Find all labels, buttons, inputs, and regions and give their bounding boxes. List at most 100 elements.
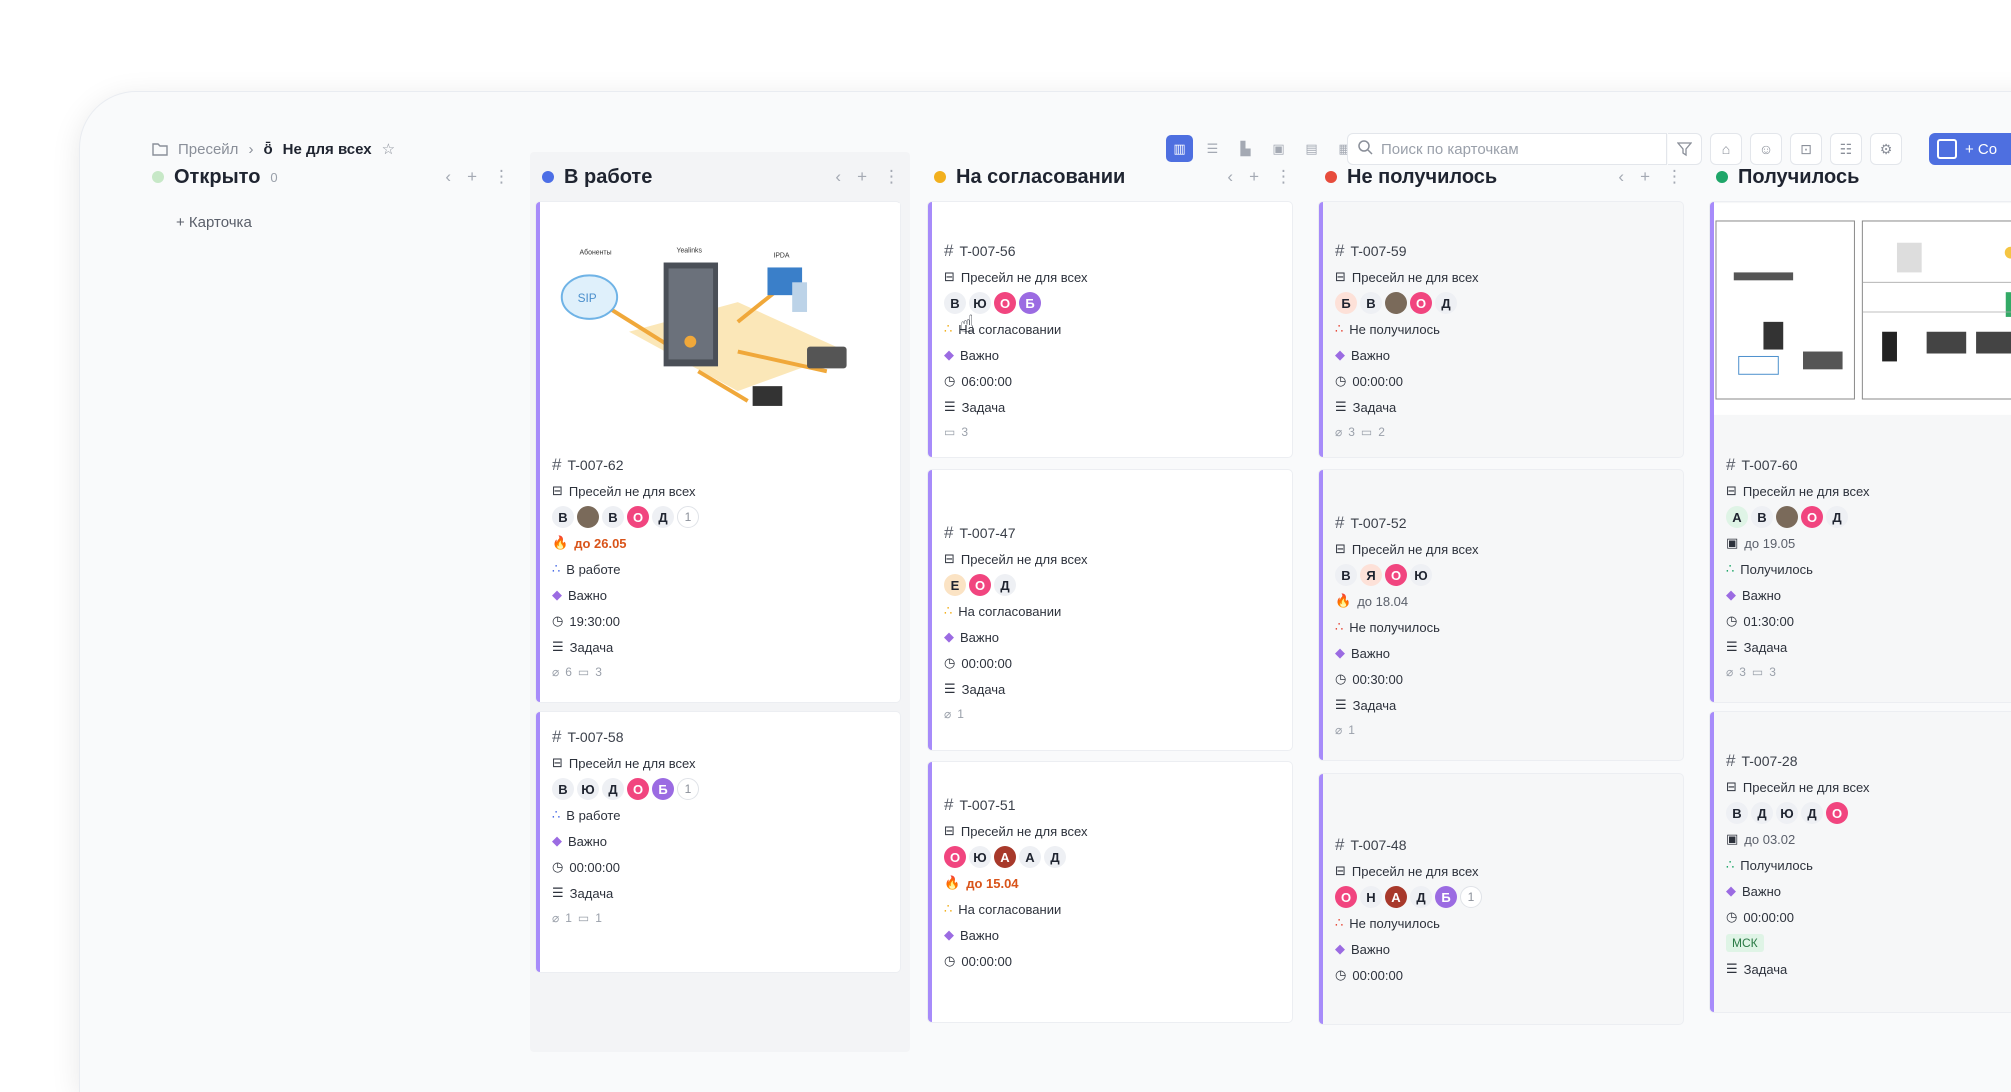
avatar[interactable]: О [994, 292, 1016, 314]
avatar[interactable]: Д [602, 778, 624, 800]
more-assignees[interactable]: 1 [677, 506, 699, 528]
priority-text: Важно [1351, 941, 1391, 957]
add-icon[interactable]: + [467, 167, 477, 187]
card-project: ⊟ Пресейл не для всех [552, 750, 900, 776]
avatar[interactable]: В [602, 506, 624, 528]
card-id-row: # T-007-28 [1726, 748, 2011, 774]
card-project: ⊟ Пресейл не для всех [944, 818, 1292, 844]
avatar[interactable]: В [1335, 564, 1357, 586]
paperclip-icon: ⌀ [1726, 665, 1734, 679]
avatar[interactable]: В [1726, 802, 1748, 824]
avatar[interactable]: О [627, 506, 649, 528]
tag-badge[interactable]: МСК [1726, 934, 1764, 952]
collapse-icon[interactable]: ‹ [835, 167, 841, 187]
avatar[interactable]: Б [1435, 886, 1457, 908]
card-T-007-51[interactable]: # T-007-51 ⊟ Пресейл не для всех О Ю А А Д… [928, 762, 1292, 1022]
avatar[interactable]: Ю [577, 778, 599, 800]
collapse-icon[interactable]: ‹ [1618, 167, 1624, 187]
avatar[interactable]: Д [652, 506, 674, 528]
avatar[interactable]: О [1826, 802, 1848, 824]
card-T-007-28[interactable]: # T-007-28 ⊟ Пресейл не для всех В Д Ю Д О… [1710, 712, 2011, 1012]
avatar[interactable]: Д [1044, 846, 1066, 868]
avatar[interactable]: Д [994, 574, 1016, 596]
avatar[interactable]: А [1385, 886, 1407, 908]
more-icon[interactable]: ⋮ [1666, 167, 1683, 187]
hash-icon: # [1335, 513, 1345, 532]
due-date: до 03.02 [1744, 831, 1796, 847]
add-icon[interactable]: + [857, 167, 867, 187]
card-T-007-48[interactable]: # T-007-48 ⊟ Пресейл не для всех О Н А Д Б… [1319, 774, 1683, 1024]
avatar[interactable]: Ю [969, 846, 991, 868]
more-assignees[interactable]: 1 [677, 778, 699, 800]
time-row: ◷ 00:00:00 [552, 854, 900, 880]
card-project: ⊟ Пресейл не для всех [1726, 478, 2011, 504]
more-icon[interactable]: ⋮ [883, 167, 900, 187]
avatar[interactable]: О [969, 574, 991, 596]
status-icon: ∴ [944, 603, 953, 618]
avatar[interactable]: О [1801, 506, 1823, 528]
avatar[interactable]: А [1019, 846, 1041, 868]
avatar[interactable]: Б [1335, 292, 1357, 314]
status-icon: ∴ [944, 321, 953, 336]
time-text: 00:00:00 [961, 953, 1012, 969]
avatar[interactable]: Я [1360, 564, 1382, 586]
avatar[interactable] [1385, 292, 1407, 314]
avatar[interactable]: Д [1801, 802, 1823, 824]
avatar[interactable]: А [994, 846, 1016, 868]
card-T-007-60[interactable]: # T-007-60 ⊟ Пресейл не для всех А В О Д ▣… [1710, 202, 2011, 702]
collapse-icon[interactable]: ‹ [1227, 167, 1233, 187]
collapse-icon[interactable]: ‹ [445, 167, 451, 187]
more-icon[interactable]: ⋮ [1275, 167, 1292, 187]
more-icon[interactable]: ⋮ [493, 167, 510, 187]
avatar[interactable]: В [552, 506, 574, 528]
network-diagram-image: SIP Абоненты Yealinks IPDA [540, 203, 900, 415]
avatar[interactable]: О [944, 846, 966, 868]
calendar-icon: ▣ [1726, 831, 1739, 846]
avatar[interactable]: Е [944, 574, 966, 596]
project-name: Пресейл не для всех [568, 483, 696, 499]
avatar[interactable]: Б [652, 778, 674, 800]
project-name: Пресейл не для всех [1742, 779, 1870, 795]
due-row: ▣ до 03.02 [1726, 826, 2011, 852]
avatar[interactable]: Б [1019, 292, 1041, 314]
avatar[interactable]: О [627, 778, 649, 800]
status-text: Не получилось [1349, 321, 1440, 337]
avatar[interactable]: Д [1751, 802, 1773, 824]
avatar[interactable]: О [1335, 886, 1357, 908]
avatar[interactable]: О [1410, 292, 1432, 314]
more-assignees[interactable]: 1 [1460, 886, 1482, 908]
avatar[interactable]: Н [1360, 886, 1382, 908]
due-row: 🔥 до 26.05 [552, 530, 900, 556]
type-row: ☰ Задача [552, 880, 900, 906]
avatar[interactable] [577, 506, 599, 528]
avatar[interactable]: В [552, 778, 574, 800]
avatar[interactable]: Ю [1410, 564, 1432, 586]
add-icon[interactable]: + [1640, 167, 1650, 187]
status-row: ∴ Не получилось [1335, 316, 1683, 342]
card-T-007-59[interactable]: # T-007-59 ⊟ Пресейл не для всех Б В О Д ∴… [1319, 202, 1683, 457]
card-T-007-52[interactable]: # T-007-52 ⊟ Пресейл не для всех В Я О Ю 🔥… [1319, 470, 1683, 760]
add-card-button[interactable]: + Карточка [176, 214, 252, 231]
avatar[interactable]: Д [1826, 506, 1848, 528]
add-icon[interactable]: + [1249, 167, 1259, 187]
avatar[interactable] [1776, 506, 1798, 528]
card-T-007-62[interactable]: SIP Абоненты Yealinks IPDA # T-007-62 ⊟ Пр… [536, 202, 900, 702]
paperclip-icon: ⌀ [944, 707, 952, 721]
avatar[interactable]: А [1726, 506, 1748, 528]
card-T-007-47[interactable]: # T-007-47 ⊟ Пресейл не для всех Е О Д ∴ На… [928, 470, 1292, 750]
avatar[interactable]: В [1360, 292, 1382, 314]
avatar[interactable]: Д [1410, 886, 1432, 908]
priority-text: Важно [960, 629, 1000, 645]
priority-row: ◆ Важно [1335, 640, 1683, 666]
card-T-007-56[interactable]: # T-007-56 ⊟ Пресейл не для всех В Ю О Б ∴… [928, 202, 1292, 457]
due-row: ▣ до 19.05 [1726, 530, 2011, 556]
avatar[interactable]: О [1385, 564, 1407, 586]
project-icon: ⊟ [944, 269, 955, 284]
avatar[interactable]: Д [1435, 292, 1457, 314]
avatar[interactable]: Ю [1776, 802, 1798, 824]
project-name: Пресейл не для всех [960, 551, 1088, 567]
column-header: Получилось [1704, 152, 2011, 202]
avatar[interactable]: В [1751, 506, 1773, 528]
column-title: На согласовании [956, 165, 1126, 188]
card-T-007-58[interactable]: # T-007-58 ⊟ Пресейл не для всех В Ю Д О Б… [536, 712, 900, 972]
